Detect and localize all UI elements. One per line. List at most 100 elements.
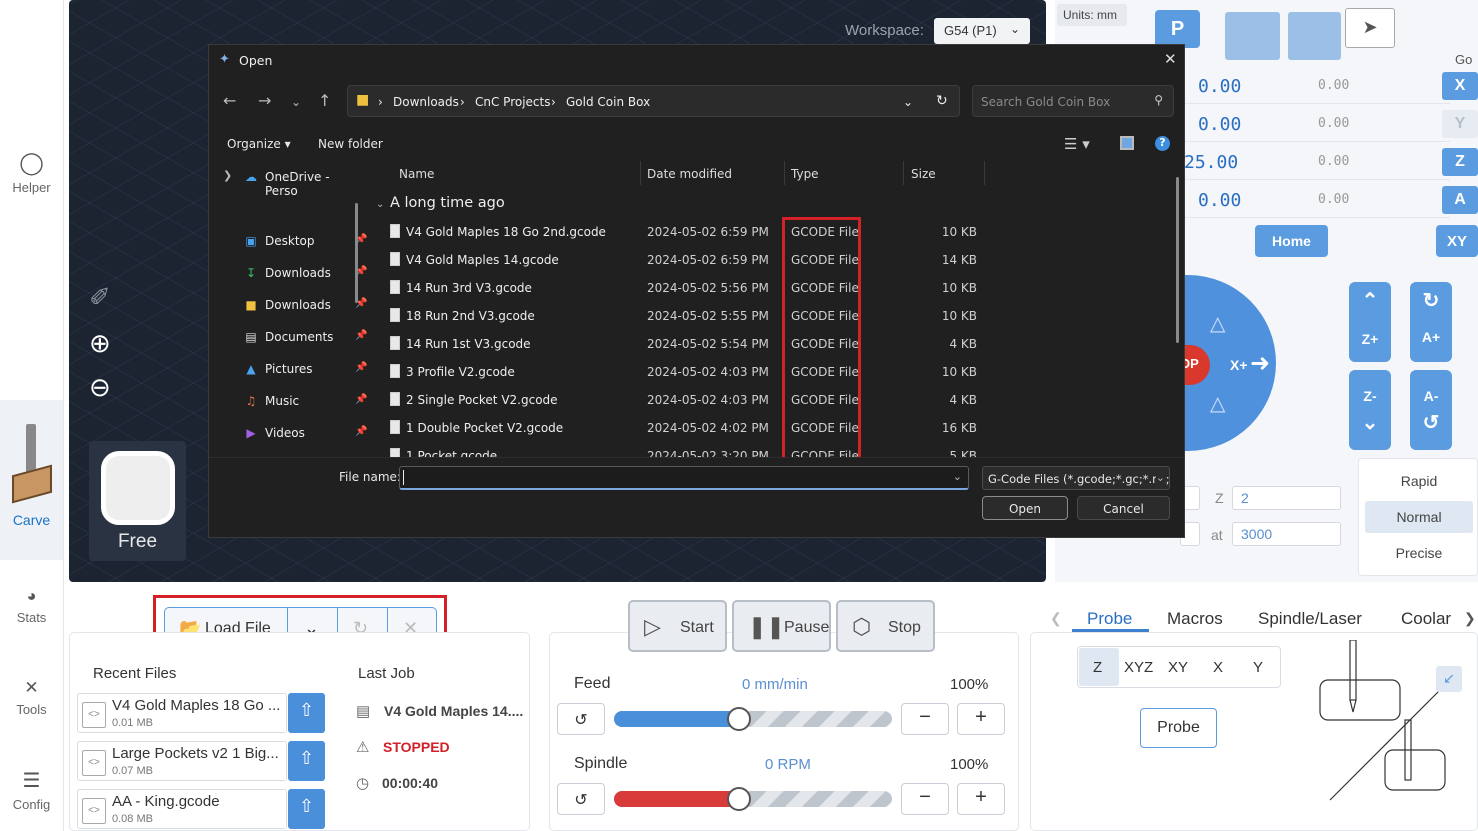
chevron-right-icon[interactable]: ❯: [223, 169, 232, 182]
pin-icon[interactable]: 📌: [355, 394, 367, 405]
jog-zminus-button[interactable]: Z- ⌄: [1349, 370, 1391, 450]
file-row[interactable]: 18 Run 2nd V3.gcode 2024-05-02 5:55 PM G…: [372, 302, 1172, 330]
recent-file-item[interactable]: <> AA - King.gcode 0.08 MB: [77, 789, 287, 829]
feed-reset-button[interactable]: ↺: [557, 703, 605, 735]
file-row[interactable]: V4 Gold Maples 18 Go 2nd.gcode 2024-05-0…: [372, 218, 1172, 246]
nav-pane-scrollbar[interactable]: [355, 203, 358, 303]
nav-onedrive[interactable]: ☁ OneDrive - Perso: [245, 170, 359, 198]
tab-coolant[interactable]: Coolar: [1401, 609, 1451, 629]
jog-aplus-button[interactable]: ↻ A+: [1410, 282, 1452, 362]
xy-button[interactable]: XY: [1436, 225, 1478, 257]
spindle-decrease-button[interactable]: −: [901, 783, 949, 815]
organize-menu[interactable]: Organize ▾: [227, 137, 291, 151]
file-type-filter[interactable]: G-Code Files (*.gcode;*.gc;*.nc; ⌄: [982, 466, 1170, 490]
spindle-reset-button[interactable]: ↺: [557, 783, 605, 815]
collapse-icon[interactable]: ↙: [1436, 666, 1462, 692]
tab-macros[interactable]: Macros: [1167, 609, 1223, 629]
column-name[interactable]: Name: [399, 167, 434, 181]
zero-a-button[interactable]: A: [1442, 186, 1478, 214]
breadcrumb-gold-coin-box[interactable]: Gold Coin Box: [566, 95, 650, 109]
start-button[interactable]: ▷ Start: [628, 600, 727, 652]
chevron-down-icon[interactable]: ⌄: [953, 470, 962, 483]
up-icon[interactable]: ↑: [318, 91, 331, 110]
file-row[interactable]: 14 Run 1st V3.gcode 2024-05-02 5:54 PM G…: [372, 330, 1172, 358]
spindle-slider[interactable]: [614, 787, 892, 811]
zoom-out-icon[interactable]: ⊖: [89, 372, 111, 403]
recent-file-item[interactable]: <> V4 Gold Maples 18 Go ... 0.01 MB: [77, 693, 287, 733]
nav-config[interactable]: ☰ Config: [0, 768, 63, 812]
feather-icon[interactable]: ✐: [89, 282, 111, 313]
pin-icon[interactable]: 📌: [355, 426, 367, 437]
back-icon[interactable]: ←: [223, 91, 236, 110]
cancel-button[interactable]: Cancel: [1077, 496, 1170, 520]
file-row[interactable]: 14 Run 3rd V3.gcode 2024-05-02 5:56 PM G…: [372, 274, 1172, 302]
zoom-in-icon[interactable]: ⊕: [89, 328, 111, 359]
file-row[interactable]: V4 Gold Maples 14.gcode 2024-05-02 6:59 …: [372, 246, 1172, 274]
zero-y-button[interactable]: Y: [1442, 110, 1478, 138]
search-input[interactable]: Search Gold Coin Box ⚲: [972, 85, 1174, 117]
filename-input[interactable]: ⌄: [399, 466, 969, 490]
tab-spindle-laser[interactable]: Spindle/Laser: [1258, 609, 1362, 629]
send-icon[interactable]: ➤: [1345, 8, 1395, 48]
feed-decrease-button[interactable]: −: [901, 703, 949, 735]
nav-downloads[interactable]: ↧ Downloads 📌: [246, 266, 367, 280]
file-row[interactable]: 3 Profile V2.gcode 2024-05-02 4:03 PM GC…: [372, 358, 1172, 386]
probe-axis-xyz[interactable]: XYZ: [1124, 659, 1153, 676]
speed-rapid[interactable]: Rapid: [1365, 465, 1473, 497]
load-recent-button[interactable]: ⇧: [288, 741, 325, 781]
help-icon[interactable]: ?: [1155, 136, 1170, 151]
z-step-input[interactable]: 2: [1232, 486, 1341, 510]
preview-pane-icon[interactable]: [1120, 136, 1134, 150]
file-row[interactable]: 1 Double Pocket V2.gcode 2024-05-02 4:02…: [372, 414, 1172, 442]
file-row[interactable]: 1 Pocket.gcode 2024-05-02 3:20 PM GCODE …: [372, 442, 1172, 457]
jog-feed-input[interactable]: 3000: [1232, 522, 1341, 546]
view-top-button[interactable]: [1288, 12, 1341, 60]
recent-file-item[interactable]: <> Large Pockets v2 1 Big... 0.07 MB: [77, 741, 287, 781]
view-front-button[interactable]: [1225, 12, 1280, 60]
file-row[interactable]: 2 Single Pocket V2.gcode 2024-05-02 4:03…: [372, 386, 1172, 414]
load-recent-button[interactable]: ⇧: [288, 693, 325, 733]
probe-axis-xy[interactable]: XY: [1168, 659, 1188, 676]
nav-pictures[interactable]: ▲ Pictures 📌: [246, 362, 367, 376]
address-bar[interactable]: ■ › Downloads › CnC Projects › Gold Coin…: [347, 85, 960, 117]
open-button[interactable]: Open: [982, 496, 1068, 520]
group-header[interactable]: A long time ago: [390, 195, 505, 211]
column-size[interactable]: Size: [911, 167, 936, 181]
chevron-right-icon[interactable]: ❯: [1464, 610, 1476, 627]
chevron-left-icon[interactable]: ❮: [1050, 610, 1062, 627]
column-type[interactable]: Type: [791, 167, 819, 181]
refresh-icon[interactable]: ↻: [936, 93, 948, 109]
nav-documents[interactable]: ▤ Documents 📌: [245, 330, 367, 344]
nav-tools[interactable]: ✕ Tools: [0, 678, 63, 717]
tab-probe[interactable]: Probe: [1087, 609, 1132, 629]
free-view-button[interactable]: Free: [89, 441, 186, 561]
probe-axis-z[interactable]: Z: [1093, 659, 1102, 676]
feed-slider[interactable]: [614, 707, 892, 731]
nav-helper[interactable]: ◯ Helper: [0, 150, 63, 195]
spindle-slider-handle[interactable]: [727, 787, 752, 811]
view-options-icon[interactable]: ☰ ▾: [1064, 135, 1090, 153]
pause-button[interactable]: ❚❚ Pause: [732, 600, 831, 652]
speed-normal[interactable]: Normal: [1365, 501, 1473, 533]
nav-downloads-folder[interactable]: ■ Downloads 📌: [245, 298, 367, 312]
column-date-modified[interactable]: Date modified: [647, 167, 732, 181]
pin-icon[interactable]: 📌: [355, 330, 367, 341]
load-recent-button[interactable]: ⇧: [288, 789, 325, 829]
breadcrumb-downloads[interactable]: Downloads: [393, 95, 459, 109]
nav-desktop[interactable]: ▣ Desktop 📌: [245, 234, 367, 248]
probe-axis-x[interactable]: X: [1213, 659, 1223, 676]
chevron-down-icon[interactable]: ⌄: [291, 95, 301, 109]
chevron-down-icon[interactable]: ⌄: [903, 95, 913, 109]
file-list-scrollbar[interactable]: [1176, 177, 1179, 343]
p-button[interactable]: P: [1155, 10, 1200, 48]
forward-icon[interactable]: →: [258, 91, 271, 110]
feed-increase-button[interactable]: +: [957, 703, 1005, 735]
home-button[interactable]: Home: [1255, 225, 1328, 257]
chevron-down-icon[interactable]: ⌄: [376, 199, 384, 210]
nav-stats[interactable]: ◕ Stats: [0, 588, 63, 625]
feed-slider-handle[interactable]: [727, 707, 752, 731]
zero-z-button[interactable]: Z: [1442, 148, 1478, 176]
nav-videos[interactable]: ▶ Videos 📌: [246, 426, 367, 440]
new-folder-button[interactable]: New folder: [318, 137, 383, 151]
stop-button[interactable]: ⬡ Stop: [836, 600, 935, 652]
